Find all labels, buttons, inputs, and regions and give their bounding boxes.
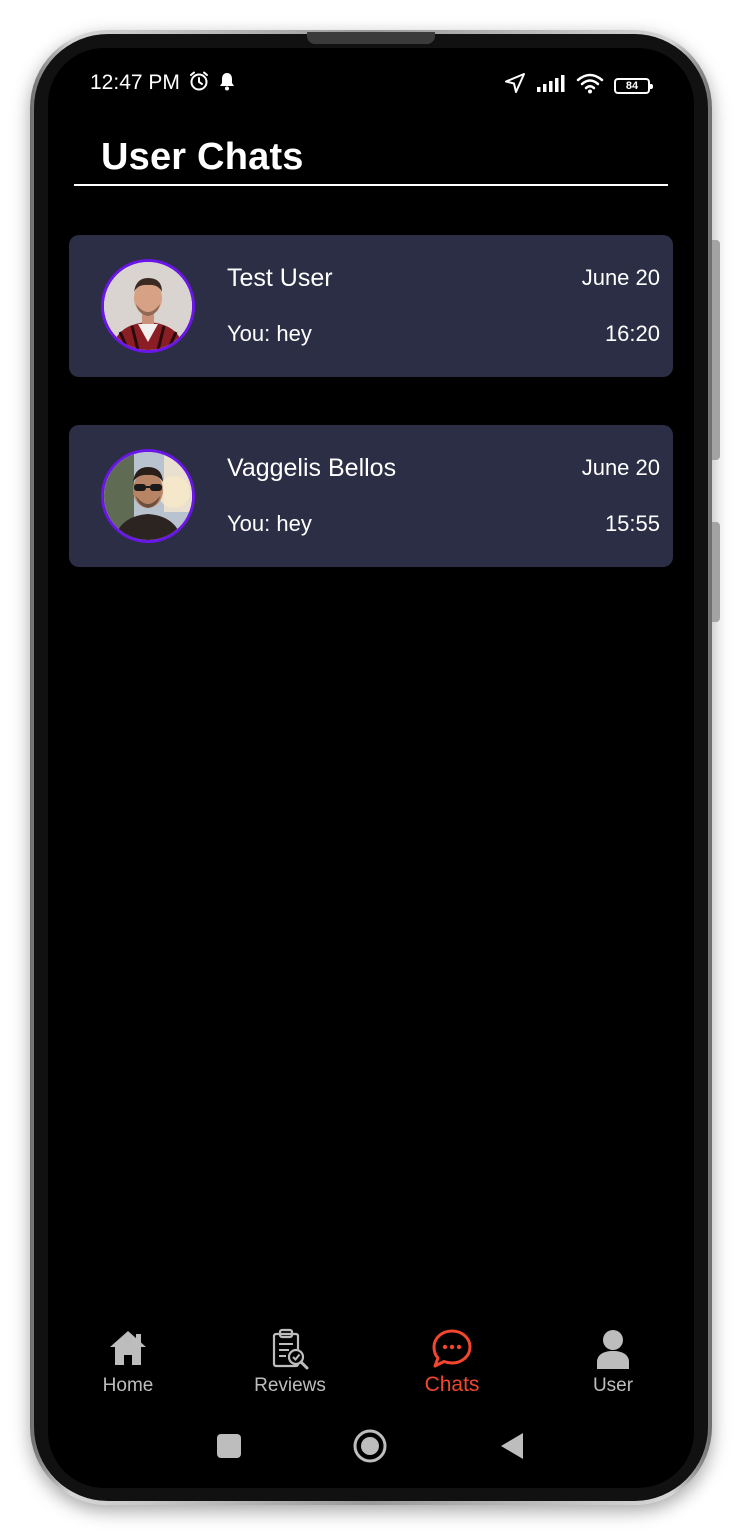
- chat-last-message: You: hey: [227, 321, 312, 346]
- status-left-icons: [188, 70, 236, 97]
- recents-button[interactable]: [201, 1420, 257, 1476]
- back-button[interactable]: [484, 1420, 540, 1476]
- clipboard-check-icon: [269, 1328, 311, 1375]
- title-divider: [74, 184, 668, 186]
- chat-bubble-icon: [430, 1328, 474, 1375]
- system-navigation-bar: [48, 1420, 694, 1476]
- chat-list-item[interactable]: Test User June 20 You: hey 16:20: [69, 235, 673, 377]
- system-home-button[interactable]: [342, 1420, 398, 1476]
- status-bar: 12:47 PM 84: [48, 48, 694, 120]
- alarm-icon: [188, 70, 210, 97]
- home-circle-icon: [352, 1428, 388, 1469]
- avatar: [101, 449, 195, 543]
- nav-label-home: Home: [102, 1375, 154, 1396]
- wifi-icon: [576, 72, 604, 99]
- power-button: [712, 522, 720, 622]
- back-triangle-icon: [499, 1432, 525, 1465]
- chat-time: 15:55: [604, 511, 660, 536]
- bottom-navigation: Home Reviews Chats User: [48, 1320, 694, 1410]
- chat-time: 16:20: [604, 321, 660, 346]
- profile-photo: [104, 452, 192, 540]
- chat-list-item[interactable]: Vaggelis Bellos June 20 You: hey 15:55: [69, 425, 673, 567]
- recents-square-icon: [216, 1433, 242, 1464]
- page-title: User Chats: [101, 136, 304, 178]
- nav-item-chats[interactable]: Chats: [382, 1320, 522, 1410]
- status-time: 12:47 PM: [90, 71, 180, 94]
- nav-item-user[interactable]: User: [543, 1320, 683, 1410]
- signal-bars-icon: [536, 73, 566, 98]
- user-icon: [595, 1328, 631, 1375]
- chat-date: June 20: [581, 265, 660, 290]
- status-right-icons: 84: [504, 72, 653, 99]
- notification-bell-icon: [218, 71, 236, 96]
- nav-label-user: User: [592, 1375, 634, 1396]
- location-arrow-icon: [504, 72, 526, 99]
- nav-label-reviews: Reviews: [254, 1375, 326, 1396]
- nav-item-reviews[interactable]: Reviews: [220, 1320, 360, 1410]
- chat-contact-name: Vaggelis Bellos: [227, 454, 397, 482]
- nav-item-home[interactable]: Home: [58, 1320, 198, 1410]
- volume-button: [712, 240, 720, 460]
- battery-icon: 84: [614, 77, 653, 94]
- home-icon: [107, 1328, 149, 1373]
- chat-date: June 20: [581, 455, 660, 480]
- screen: 12:47 PM 84 User Chats Test User June 20…: [48, 48, 694, 1488]
- chat-last-message: You: hey: [227, 511, 312, 536]
- profile-photo: [104, 262, 192, 350]
- earpiece-speaker: [307, 32, 435, 44]
- nav-label-chats: Chats: [424, 1373, 480, 1396]
- avatar: [101, 259, 195, 353]
- chat-contact-name: Test User: [227, 264, 333, 292]
